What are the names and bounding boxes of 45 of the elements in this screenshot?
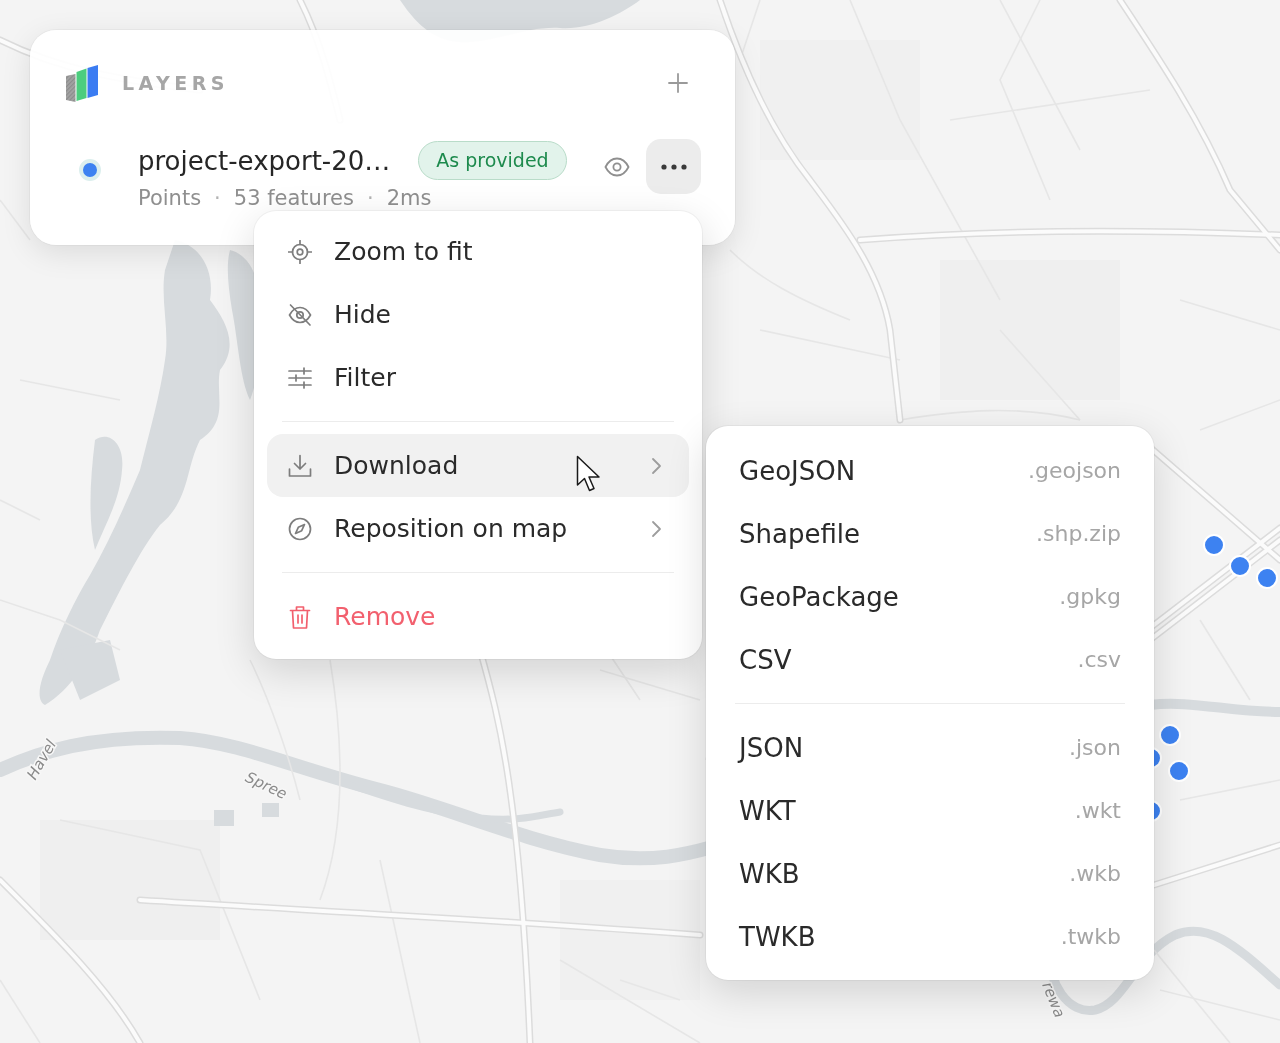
download-icon [288, 453, 312, 478]
submenu-item[interactable]: WKB .wkb [719, 842, 1141, 905]
layer-meta: Points [138, 187, 202, 209]
cursor-icon [576, 455, 602, 493]
crosshair-icon [288, 239, 312, 264]
bars-logo-icon [66, 64, 98, 102]
file-extension: .geojson [1028, 458, 1121, 483]
layer-radio[interactable] [79, 159, 101, 181]
file-extension: .json [1069, 735, 1121, 760]
file-extension: .wkt [1074, 798, 1121, 823]
status-badge: As provided [418, 141, 567, 180]
file-extension: .twkb [1060, 924, 1121, 949]
submenu-item[interactable]: TWKB .twkb [719, 905, 1141, 968]
submenu-item[interactable]: GeoJSON .geojson [719, 439, 1141, 502]
menu-item[interactable]: Reposition on map [267, 497, 689, 560]
plus-icon[interactable] [668, 73, 688, 93]
file-extension: .wkb [1069, 861, 1121, 886]
meta-separator: · [214, 187, 221, 209]
submenu-item[interactable]: GeoPackage .gpkg [719, 565, 1141, 628]
menu-item[interactable]: Zoom to fit [267, 220, 689, 283]
menu-item[interactable]: Download [267, 434, 689, 497]
layer-name: project-export-20… [138, 145, 391, 177]
menu-item[interactable]: Filter [267, 346, 689, 409]
file-extension: .csv [1077, 647, 1121, 672]
panel-title: LAYERS [122, 71, 230, 95]
meta-separator: · [366, 187, 374, 209]
file-extension: .gpkg [1059, 584, 1121, 609]
map-label: rewa [1038, 979, 1069, 1021]
submenu-item[interactable]: JSON .json [719, 716, 1141, 779]
menu-item[interactable]: Hide [267, 283, 689, 346]
layer-meta: 2ms [386, 187, 432, 209]
trash-icon [288, 604, 312, 629]
more-button[interactable] [646, 139, 701, 194]
compass-icon [288, 516, 312, 541]
submenu-item[interactable]: WKT .wkt [719, 779, 1141, 842]
sliders-icon [288, 365, 312, 390]
pond [262, 803, 279, 817]
eye-icon[interactable] [604, 157, 630, 177]
layer-meta: 53 features [233, 187, 354, 209]
eye-slash-icon [288, 302, 312, 327]
ellipsis-icon [660, 163, 687, 170]
submenu-item[interactable]: Shapefile .shp.zip [719, 502, 1141, 565]
file-extension: .shp.zip [1036, 521, 1121, 546]
pond [214, 810, 234, 826]
submenu-item[interactable]: CSV .csv [719, 628, 1141, 691]
